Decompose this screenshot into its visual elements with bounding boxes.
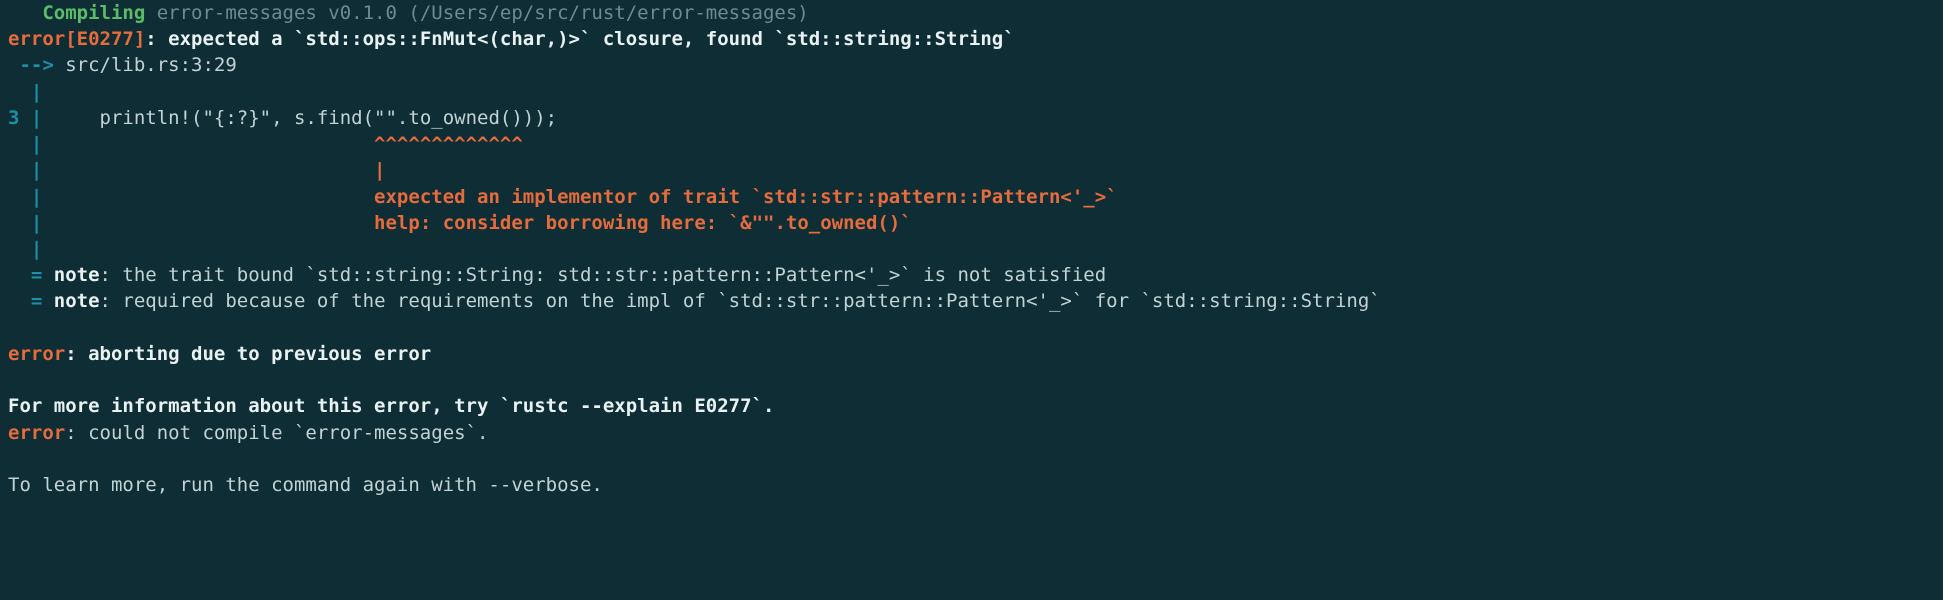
compiling-label: Compiling — [8, 2, 145, 24]
note-label: note — [54, 290, 100, 312]
note-text-2: : required because of the requirements o… — [100, 290, 1381, 312]
gutter-pipe: | — [8, 81, 42, 103]
help-text-1: : consider borrowing here: ` — [420, 212, 740, 234]
error-expected: expected an implementor of trait `std::s… — [42, 186, 1117, 208]
learn-more-text: To learn more, run the command again wit… — [8, 474, 603, 496]
could-not-compile-text: : could not compile `error-messages`. — [65, 422, 488, 444]
caret-pipe: | — [42, 159, 385, 181]
gutter-line-number: 3 | — [8, 107, 42, 129]
note-label: note — [54, 264, 100, 286]
help-label: help — [42, 212, 420, 234]
location-path: src/lib.rs:3:29 — [65, 54, 237, 76]
note-text-1: : the trait bound `std::string::String: … — [100, 264, 1107, 286]
gutter-pipe: | — [8, 212, 42, 234]
gutter-pipe: | — [8, 133, 42, 155]
source-line: println!("{:?}", s.find("".to_owned())); — [42, 107, 557, 129]
gutter-eq: = — [8, 264, 54, 286]
gutter-eq: = — [8, 290, 54, 312]
gutter-pipe: | — [8, 186, 42, 208]
aborting-text: : aborting due to previous error — [65, 343, 431, 365]
error-title: : expected a `std::ops::FnMut<(char,)>` … — [145, 28, 1014, 50]
help-text-2: ` — [900, 212, 911, 234]
error-code: error[E0277] — [8, 28, 145, 50]
gutter-pipe: | — [8, 159, 42, 181]
compiling-target: error-messages v0.1.0 (/Users/ep/src/rus… — [145, 2, 808, 24]
error-label: error — [8, 343, 65, 365]
gutter-pipe: | — [8, 238, 42, 260]
help-suggestion: &"".to_owned() — [740, 212, 900, 234]
terminal-output: Compiling error-messages v0.1.0 (/Users/… — [0, 0, 1943, 498]
location-arrow: --> — [8, 54, 65, 76]
caret-span: ^^^^^^^^^^^^^ — [42, 133, 522, 155]
more-info-text: For more information about this error, t… — [8, 395, 774, 417]
error-label: error — [8, 422, 65, 444]
